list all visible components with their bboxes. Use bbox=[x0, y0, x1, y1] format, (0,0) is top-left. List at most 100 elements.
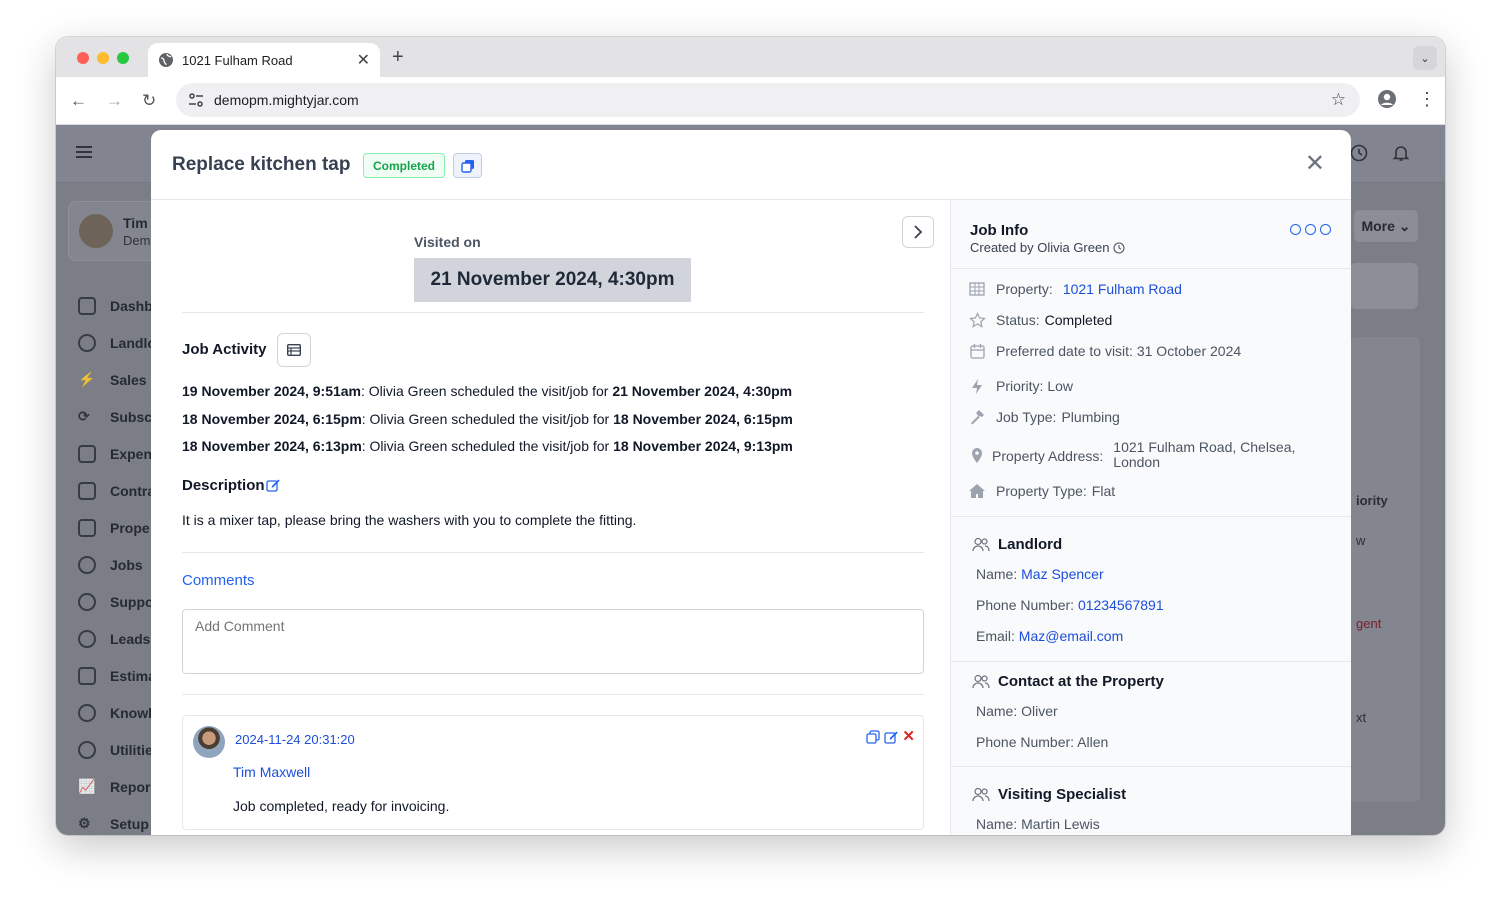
lifebuoy-icon bbox=[78, 592, 96, 611]
divider bbox=[951, 766, 1351, 767]
job-info-pane: Job Info Created by Olivia Green Propert… bbox=[950, 200, 1351, 835]
bg-urgent-text: gent bbox=[1356, 616, 1382, 631]
divider bbox=[951, 516, 1351, 517]
more-options-icon[interactable] bbox=[1290, 224, 1331, 235]
activity-item: 18 November 2024, 6:13pm: Olivia Green s… bbox=[182, 438, 793, 454]
job-details-pane: Visited on 21 November 2024, 4:30pm Job … bbox=[151, 200, 950, 835]
comment-card: 2024-11-24 20:31:20 Tim Maxwell Job comp… bbox=[182, 715, 924, 830]
activity-item: 19 November 2024, 9:51am: Olivia Green s… bbox=[182, 383, 793, 399]
sidebar-item-leads[interactable]: Leads bbox=[78, 620, 156, 657]
hamburger-menu-icon[interactable] bbox=[76, 145, 92, 159]
activity-item: 18 November 2024, 6:15pm: Olivia Green s… bbox=[182, 411, 793, 427]
avatar bbox=[193, 726, 225, 758]
job-activity-title: Job Activity bbox=[182, 341, 267, 358]
sidebar-item-subscriptions[interactable]: ⟳ Subsc bbox=[78, 398, 156, 435]
sidebar-item-landlords[interactable]: Landlo bbox=[78, 324, 156, 361]
job-type-row: Job Type: Plumbing bbox=[968, 408, 1120, 426]
avatar bbox=[79, 214, 113, 248]
copy-icon[interactable] bbox=[866, 730, 881, 744]
sidebar-item-expenses[interactable]: Expen bbox=[78, 435, 156, 472]
browser-menu-icon[interactable]: ⋮ bbox=[1418, 89, 1436, 110]
site-settings-icon[interactable] bbox=[188, 92, 204, 108]
close-modal-icon[interactable]: ✕ bbox=[1305, 152, 1325, 176]
browser-tab[interactable]: 1021 Fulham Road ✕ bbox=[148, 43, 380, 77]
comment-input[interactable] bbox=[182, 609, 924, 674]
table-icon bbox=[287, 344, 301, 356]
address-bar[interactable]: demopm.mightyjar.com ☆ bbox=[176, 83, 1360, 117]
sidebar-item-setup[interactable]: ⚙ Setup bbox=[78, 805, 156, 835]
bookmark-star-icon[interactable]: ☆ bbox=[1331, 90, 1346, 110]
comment-actions: ✕ bbox=[866, 729, 915, 744]
sidebar-item-properties[interactable]: Prope bbox=[78, 509, 156, 546]
sidebar-item-dashboard[interactable]: Dashb bbox=[78, 287, 156, 324]
landlord-phone: Phone Number: 01234567891 bbox=[976, 597, 1164, 613]
divider bbox=[182, 552, 924, 553]
users-icon bbox=[972, 674, 990, 689]
visited-date: 21 November 2024, 4:30pm bbox=[414, 258, 691, 302]
sidebar-item-knowledge[interactable]: Knowl bbox=[78, 694, 156, 731]
back-arrow-icon[interactable]: ← bbox=[70, 91, 87, 111]
edit-icon[interactable] bbox=[884, 730, 899, 744]
comment-timestamp: 2024-11-24 20:31:20 bbox=[235, 732, 355, 747]
calendar-icon bbox=[968, 342, 986, 360]
delete-icon[interactable]: ✕ bbox=[902, 729, 915, 744]
more-button[interactable]: More ⌄ bbox=[1353, 209, 1419, 243]
hammer-icon bbox=[968, 408, 986, 426]
priority-row: Priority: Low bbox=[968, 377, 1073, 395]
globe-icon bbox=[159, 53, 173, 67]
landlord-email: Email: Maz@email.com bbox=[976, 628, 1124, 644]
close-tab-icon[interactable]: ✕ bbox=[357, 50, 370, 70]
sidebar-item-support[interactable]: Suppo bbox=[78, 583, 156, 620]
gear-icon: ⚙ bbox=[78, 814, 91, 831]
divider bbox=[951, 661, 1351, 662]
bg-next-text: xt bbox=[1356, 710, 1367, 725]
new-tab-button[interactable]: + bbox=[392, 46, 404, 69]
divider bbox=[182, 312, 924, 313]
clock-icon bbox=[1113, 241, 1126, 254]
browser-toolbar: ← → ↻ demopm.mightyjar.com ☆ ⋮ bbox=[56, 77, 1445, 125]
sidebar-item-sales[interactable]: ⚡ Sales bbox=[78, 361, 156, 398]
clock-icon[interactable] bbox=[1350, 144, 1368, 162]
sidebar-nav: Dashb Landlo ⚡ Sales ⟳ Subsc Expen Contra … bbox=[78, 287, 156, 835]
activity-table-toggle[interactable] bbox=[277, 333, 311, 367]
chart-icon bbox=[78, 518, 96, 537]
bolt-icon: ⚡ bbox=[78, 370, 96, 387]
divider bbox=[182, 694, 924, 695]
tab-search-chevron-icon[interactable]: ⌄ bbox=[1413, 46, 1437, 70]
url-text: demopm.mightyjar.com bbox=[214, 92, 359, 108]
duplicate-button[interactable] bbox=[453, 153, 482, 178]
specialist-name: Name: Martin Lewis bbox=[976, 816, 1100, 832]
comments-link[interactable]: Comments bbox=[182, 572, 255, 589]
minimize-window-button[interactable] bbox=[97, 52, 109, 64]
forward-arrow-icon[interactable]: → bbox=[106, 91, 123, 111]
background-banner bbox=[1350, 263, 1418, 309]
modal-header: Replace kitchen tap Completed ✕ bbox=[151, 130, 1351, 200]
sidebar-item-contracts[interactable]: Contra bbox=[78, 472, 156, 509]
comment-text: Job completed, ready for invoicing. bbox=[233, 798, 450, 814]
maximize-window-button[interactable] bbox=[117, 52, 129, 64]
line-chart-icon: 📈 bbox=[78, 777, 96, 794]
sidebar-item-reports[interactable]: 📈 Repor bbox=[78, 768, 156, 805]
reload-icon[interactable]: ↻ bbox=[142, 91, 156, 111]
profile-icon[interactable] bbox=[1377, 89, 1397, 109]
contract-icon bbox=[78, 481, 96, 500]
target-icon bbox=[78, 740, 96, 759]
property-link[interactable]: 1021 Fulham Road bbox=[1063, 281, 1182, 297]
sidebar-item-utilities[interactable]: Utilitie bbox=[78, 731, 156, 768]
crosshair-icon bbox=[78, 629, 96, 648]
home-icon bbox=[968, 482, 986, 500]
users-icon bbox=[972, 787, 990, 802]
sidebar-item-estimates[interactable]: Estima bbox=[78, 657, 156, 694]
bolt-icon bbox=[968, 377, 986, 395]
divider bbox=[951, 268, 1351, 269]
bell-icon[interactable] bbox=[1392, 144, 1410, 162]
star-icon bbox=[968, 311, 986, 329]
next-visit-button[interactable] bbox=[902, 216, 934, 248]
description-text: It is a mixer tap, please bring the wash… bbox=[182, 512, 637, 528]
comment-author[interactable]: Tim Maxwell bbox=[233, 764, 310, 780]
created-by: Created by Olivia Green bbox=[970, 240, 1126, 255]
sidebar-item-jobs[interactable]: Jobs bbox=[78, 546, 156, 583]
close-window-button[interactable] bbox=[77, 52, 89, 64]
edit-icon[interactable] bbox=[266, 478, 280, 492]
tab-title: 1021 Fulham Road bbox=[182, 52, 293, 68]
